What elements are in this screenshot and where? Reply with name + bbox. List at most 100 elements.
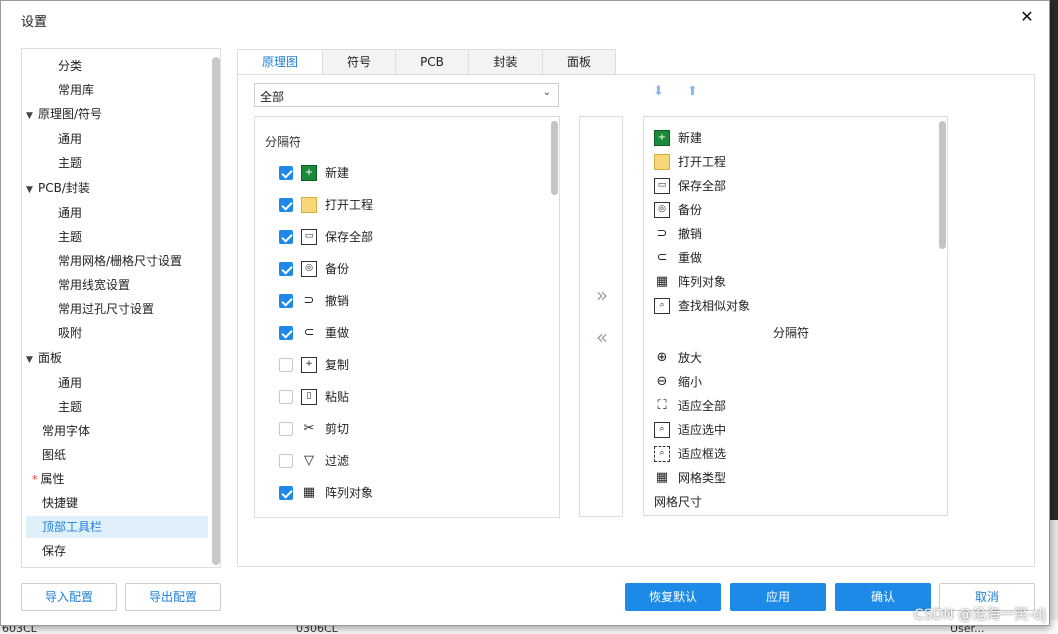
list-item[interactable]: + 新建 bbox=[654, 126, 934, 150]
list-item[interactable]: ✂ 剪切 bbox=[279, 417, 539, 441]
tree-item-common-fonts[interactable]: 常用字体 bbox=[42, 420, 90, 442]
checkbox[interactable] bbox=[279, 486, 293, 500]
list-item-label: 缩小 bbox=[678, 375, 703, 389]
add-arrow-icon[interactable]: » bbox=[580, 283, 622, 307]
tree-item-panel[interactable]: ▼ 面板 bbox=[26, 347, 62, 369]
apply-button[interactable]: 应用 bbox=[730, 583, 826, 611]
tree-item-top-toolbar[interactable]: 顶部工具栏 bbox=[26, 516, 208, 538]
paste-icon: ▯ bbox=[301, 389, 317, 405]
import-config-button[interactable]: 导入配置 bbox=[21, 583, 117, 611]
list-item-label: 粘贴 bbox=[325, 390, 350, 404]
list-item[interactable]: ⊂ 重做 bbox=[279, 321, 539, 345]
tab-pcb[interactable]: PCB bbox=[395, 49, 469, 75]
tree-item-label: PCB/封装 bbox=[38, 181, 90, 195]
fit-selected-icon: ⌕ bbox=[654, 422, 670, 438]
folder-icon bbox=[654, 154, 670, 170]
list-item[interactable]: ⊖ 缩小 bbox=[654, 370, 934, 394]
list-item[interactable]: ⊃ 撤销 bbox=[279, 289, 539, 313]
tree-item-pcb-footprint[interactable]: ▼ PCB/封装 bbox=[26, 177, 90, 199]
tree-item-label: 原理图/符号 bbox=[38, 107, 103, 121]
list-item[interactable]: ▯ 粘贴 bbox=[279, 385, 539, 409]
list-item[interactable]: ▭ 保存全部 bbox=[279, 225, 539, 249]
caret-down-icon[interactable]: ▼ bbox=[26, 105, 38, 127]
tree-item-label: 主题 bbox=[58, 400, 83, 414]
list-item[interactable]: + 新建 bbox=[279, 161, 539, 185]
zoom-out-icon: ⊖ bbox=[656, 374, 668, 389]
tree-item-label: 常用网格/栅格尺寸设置 bbox=[58, 254, 183, 268]
restore-defaults-button[interactable]: 恢复默认 bbox=[625, 583, 721, 611]
list-scrollbar[interactable] bbox=[551, 121, 558, 195]
separator-label: 分隔符 bbox=[772, 326, 809, 340]
list-item[interactable]: 打开工程 bbox=[654, 150, 934, 174]
list-item[interactable]: ⊂ 重做 bbox=[654, 246, 934, 270]
tree-item-pcb-theme[interactable]: 主题 bbox=[58, 226, 82, 248]
checkbox[interactable] bbox=[279, 358, 293, 372]
list-item[interactable]: ⊕ 放大 bbox=[654, 346, 934, 370]
list-item[interactable]: ⌕ 查找相似对象 bbox=[654, 294, 934, 318]
list-item[interactable]: ▦ 阵列对象 bbox=[279, 481, 539, 505]
list-item[interactable]: + 复制 bbox=[279, 353, 539, 377]
list-item[interactable]: 打开工程 bbox=[279, 193, 539, 217]
tab-symbol[interactable]: 符号 bbox=[322, 49, 396, 75]
checkbox[interactable] bbox=[279, 166, 293, 180]
list-item[interactable]: ▭ 保存全部 bbox=[654, 174, 934, 198]
checkbox[interactable] bbox=[279, 390, 293, 404]
list-item[interactable]: ▽ 过滤 bbox=[279, 449, 539, 473]
close-icon[interactable]: ✕ bbox=[1019, 9, 1035, 25]
save-all-icon: ▭ bbox=[654, 178, 670, 194]
tree-item-line-width[interactable]: 常用线宽设置 bbox=[58, 274, 130, 296]
tree-item-schematic-theme[interactable]: 主题 bbox=[58, 152, 82, 174]
tree-item-label: 属性 bbox=[40, 472, 65, 486]
separator-item[interactable]: 分隔符 bbox=[644, 321, 938, 345]
list-item[interactable]: ⊃ 撤销 bbox=[654, 222, 934, 246]
checkbox[interactable] bbox=[279, 230, 293, 244]
tree-item-schematic-general[interactable]: 通用 bbox=[58, 128, 82, 150]
tree-item-panel-theme[interactable]: 主题 bbox=[58, 396, 82, 418]
checkbox[interactable] bbox=[279, 422, 293, 436]
tree-item-panel-general[interactable]: 通用 bbox=[58, 372, 82, 394]
list-item[interactable]: ◎ 备份 bbox=[279, 257, 539, 281]
list-item[interactable]: ◎ 备份 bbox=[654, 198, 934, 222]
caret-down-icon[interactable]: ▼ bbox=[26, 179, 38, 201]
list-item[interactable]: ⛶ 适应全部 bbox=[654, 394, 934, 418]
tree-item-schematic-symbol[interactable]: ▼ 原理图/符号 bbox=[26, 103, 102, 125]
tree-scrollbar[interactable] bbox=[212, 57, 220, 565]
toolbar-filter-select[interactable]: 全部 ⌄ bbox=[254, 83, 559, 107]
move-down-icon[interactable]: ⬇ bbox=[653, 84, 664, 99]
tree-item-label: 主题 bbox=[58, 230, 83, 244]
remove-arrow-icon[interactable]: « bbox=[580, 325, 622, 349]
move-up-icon[interactable]: ⬆ bbox=[687, 84, 698, 99]
tree-item-pcb-general[interactable]: 通用 bbox=[58, 202, 82, 224]
list-scrollbar[interactable] bbox=[939, 121, 946, 249]
tree-item-label: 主题 bbox=[58, 156, 83, 170]
list-item[interactable]: ⌕ 适应框选 bbox=[654, 442, 934, 466]
tree-item-label: 图纸 bbox=[42, 448, 67, 462]
tree-item-common-library[interactable]: 常用库 bbox=[58, 79, 94, 101]
tree-item-category[interactable]: 分类 bbox=[58, 55, 82, 77]
tree-item-label: 常用线宽设置 bbox=[58, 278, 131, 292]
list-item[interactable]: ▦ 阵列对象 bbox=[654, 270, 934, 294]
tree-item-grid-size[interactable]: 常用网格/栅格尺寸设置 bbox=[58, 250, 182, 272]
checkbox[interactable] bbox=[279, 294, 293, 308]
tree-item-drawing[interactable]: 图纸 bbox=[42, 444, 66, 466]
tree-item-snap[interactable]: 吸附 bbox=[58, 322, 82, 344]
tree-item-save[interactable]: 保存 bbox=[42, 540, 66, 562]
tab-footprint[interactable]: 封装 bbox=[468, 49, 543, 75]
checkbox[interactable] bbox=[279, 454, 293, 468]
export-config-button[interactable]: 导出配置 bbox=[125, 583, 221, 611]
list-item[interactable]: 网格尺寸 bbox=[654, 490, 934, 514]
tab-schematic[interactable]: 原理图 bbox=[237, 49, 323, 75]
tree-item-properties[interactable]: * 属性 bbox=[32, 468, 65, 490]
tab-panel[interactable]: 面板 bbox=[542, 49, 616, 75]
checkbox[interactable] bbox=[279, 198, 293, 212]
checkbox[interactable] bbox=[279, 262, 293, 276]
tree-item-shortcuts[interactable]: 快捷键 bbox=[42, 492, 78, 514]
list-item[interactable]: ▦ 网格类型 bbox=[654, 466, 934, 490]
tree-item-via-size[interactable]: 常用过孔尺寸设置 bbox=[58, 298, 154, 320]
grid-type-icon: ▦ bbox=[655, 470, 669, 485]
caret-down-icon[interactable]: ▼ bbox=[26, 349, 38, 371]
checkbox[interactable] bbox=[279, 326, 293, 340]
dialog-title: 设置 bbox=[21, 15, 48, 30]
list-item-label: 网格类型 bbox=[678, 471, 727, 485]
list-item[interactable]: ⌕ 适应选中 bbox=[654, 418, 934, 442]
